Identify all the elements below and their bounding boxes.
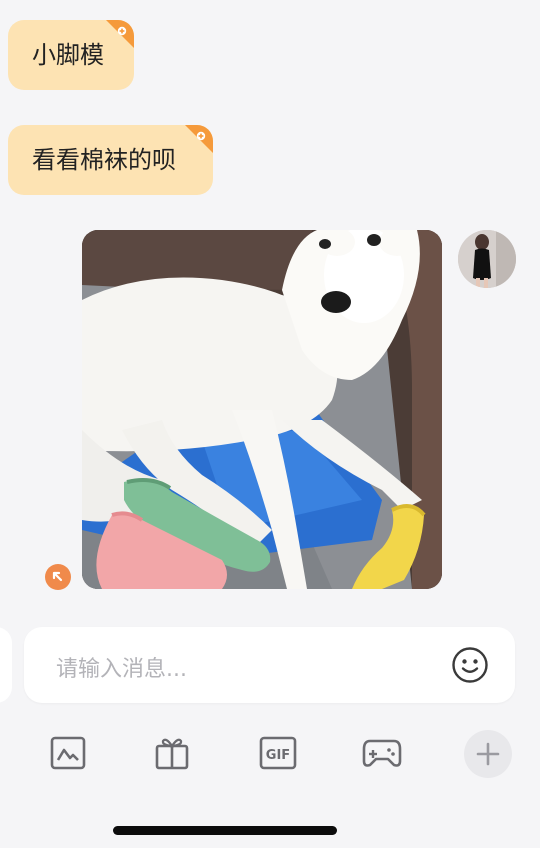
plus-icon[interactable] bbox=[464, 730, 512, 778]
avatar[interactable] bbox=[458, 230, 516, 288]
message-bubble[interactable]: 看看棉袜的呗 bbox=[8, 125, 213, 195]
game-controller-icon[interactable] bbox=[360, 731, 404, 775]
input-placeholder: 请输入消息... bbox=[56, 657, 187, 682]
album-icon[interactable] bbox=[46, 731, 90, 775]
message-text: 小脚模 bbox=[32, 41, 104, 69]
gift-icon[interactable] bbox=[150, 731, 194, 775]
message-bubble[interactable]: 小脚模 bbox=[8, 20, 134, 90]
plus-badge-icon bbox=[100, 20, 134, 54]
dog-photo bbox=[82, 230, 442, 589]
composer-left-edge bbox=[0, 627, 12, 703]
message-input[interactable]: 请输入消息... bbox=[24, 627, 515, 703]
emoji-icon[interactable] bbox=[451, 646, 489, 684]
gif-label: GIF bbox=[266, 748, 290, 763]
image-message[interactable] bbox=[82, 230, 442, 589]
plus-badge-icon bbox=[179, 125, 213, 159]
home-indicator bbox=[113, 826, 337, 835]
reply-arrow-icon[interactable] bbox=[45, 564, 71, 590]
gif-icon[interactable]: GIF bbox=[256, 731, 300, 775]
message-text: 看看棉袜的呗 bbox=[32, 146, 176, 174]
